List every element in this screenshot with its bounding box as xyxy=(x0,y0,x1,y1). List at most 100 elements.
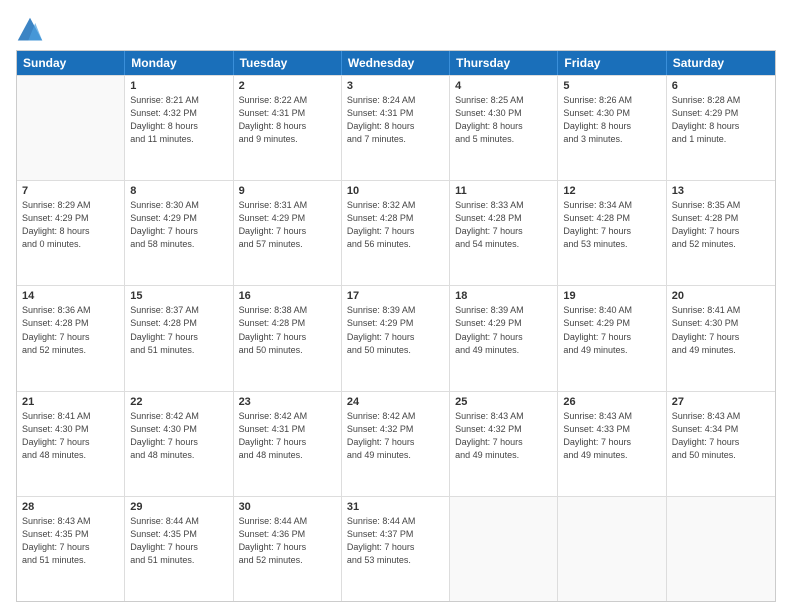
day-content: Sunrise: 8:44 AM Sunset: 4:35 PM Dayligh… xyxy=(130,515,227,567)
header-day-thursday: Thursday xyxy=(450,51,558,75)
day-number: 21 xyxy=(22,396,119,408)
day-content: Sunrise: 8:32 AM Sunset: 4:28 PM Dayligh… xyxy=(347,199,444,251)
day-number: 4 xyxy=(455,80,552,92)
day-number: 28 xyxy=(22,501,119,513)
day-content: Sunrise: 8:37 AM Sunset: 4:28 PM Dayligh… xyxy=(130,304,227,356)
calendar-cell: 3 Sunrise: 8:24 AM Sunset: 4:31 PM Daylig… xyxy=(342,76,450,180)
calendar-week-1: 1 Sunrise: 8:21 AM Sunset: 4:32 PM Daylig… xyxy=(17,75,775,180)
day-content: Sunrise: 8:26 AM Sunset: 4:30 PM Dayligh… xyxy=(563,94,660,146)
day-number: 7 xyxy=(22,185,119,197)
day-number: 29 xyxy=(130,501,227,513)
day-content: Sunrise: 8:42 AM Sunset: 4:30 PM Dayligh… xyxy=(130,410,227,462)
calendar-week-4: 21 Sunrise: 8:41 AM Sunset: 4:30 PM Dayli… xyxy=(17,391,775,496)
page-container: SundayMondayTuesdayWednesdayThursdayFrid… xyxy=(0,0,792,612)
calendar-cell: 15 Sunrise: 8:37 AM Sunset: 4:28 PM Dayli… xyxy=(125,286,233,390)
calendar-cell: 9Sunrise: 8:31 AM Sunset: 4:29 PM Daylig… xyxy=(234,181,342,285)
calendar-cell: 7 Sunrise: 8:29 AM Sunset: 4:29 PM Daylig… xyxy=(17,181,125,285)
day-content: Sunrise: 8:24 AM Sunset: 4:31 PM Dayligh… xyxy=(347,94,444,146)
calendar-cell: 16Sunrise: 8:38 AM Sunset: 4:28 PM Dayli… xyxy=(234,286,342,390)
calendar-cell: 2 Sunrise: 8:22 AM Sunset: 4:31 PM Daylig… xyxy=(234,76,342,180)
day-content: Sunrise: 8:43 AM Sunset: 4:34 PM Dayligh… xyxy=(672,410,770,462)
day-number: 24 xyxy=(347,396,444,408)
calendar-cell: 10 Sunrise: 8:32 AM Sunset: 4:28 PM Dayli… xyxy=(342,181,450,285)
day-content: Sunrise: 8:30 AM Sunset: 4:29 PM Dayligh… xyxy=(130,199,227,251)
calendar-cell: 23Sunrise: 8:42 AM Sunset: 4:31 PM Dayli… xyxy=(234,392,342,496)
day-content: Sunrise: 8:38 AM Sunset: 4:28 PM Dayligh… xyxy=(239,304,336,356)
day-number: 1 xyxy=(130,80,227,92)
header-day-saturday: Saturday xyxy=(667,51,775,75)
day-content: Sunrise: 8:44 AM Sunset: 4:36 PM Dayligh… xyxy=(239,515,336,567)
header-day-wednesday: Wednesday xyxy=(342,51,450,75)
day-number: 25 xyxy=(455,396,552,408)
calendar-cell: 17Sunrise: 8:39 AM Sunset: 4:29 PM Dayli… xyxy=(342,286,450,390)
calendar-cell: 30 Sunrise: 8:44 AM Sunset: 4:36 PM Dayli… xyxy=(234,497,342,601)
day-number: 18 xyxy=(455,290,552,302)
day-content: Sunrise: 8:36 AM Sunset: 4:28 PM Dayligh… xyxy=(22,304,119,356)
calendar-cell: 1 Sunrise: 8:21 AM Sunset: 4:32 PM Daylig… xyxy=(125,76,233,180)
day-number: 14 xyxy=(22,290,119,302)
day-content: Sunrise: 8:29 AM Sunset: 4:29 PM Dayligh… xyxy=(22,199,119,251)
day-content: Sunrise: 8:44 AM Sunset: 4:37 PM Dayligh… xyxy=(347,515,444,567)
calendar-week-2: 7 Sunrise: 8:29 AM Sunset: 4:29 PM Daylig… xyxy=(17,180,775,285)
day-content: Sunrise: 8:43 AM Sunset: 4:35 PM Dayligh… xyxy=(22,515,119,567)
day-number: 26 xyxy=(563,396,660,408)
day-number: 12 xyxy=(563,185,660,197)
day-content: Sunrise: 8:40 AM Sunset: 4:29 PM Dayligh… xyxy=(563,304,660,356)
logo xyxy=(16,16,48,44)
calendar-cell: 14 Sunrise: 8:36 AM Sunset: 4:28 PM Dayli… xyxy=(17,286,125,390)
day-content: Sunrise: 8:21 AM Sunset: 4:32 PM Dayligh… xyxy=(130,94,227,146)
calendar-cell: 8 Sunrise: 8:30 AM Sunset: 4:29 PM Daylig… xyxy=(125,181,233,285)
day-content: Sunrise: 8:34 AM Sunset: 4:28 PM Dayligh… xyxy=(563,199,660,251)
calendar-cell: 12 Sunrise: 8:34 AM Sunset: 4:28 PM Dayli… xyxy=(558,181,666,285)
day-content: Sunrise: 8:33 AM Sunset: 4:28 PM Dayligh… xyxy=(455,199,552,251)
day-content: Sunrise: 8:22 AM Sunset: 4:31 PM Dayligh… xyxy=(239,94,336,146)
day-content: Sunrise: 8:35 AM Sunset: 4:28 PM Dayligh… xyxy=(672,199,770,251)
day-number: 20 xyxy=(672,290,770,302)
day-number: 15 xyxy=(130,290,227,302)
day-number: 22 xyxy=(130,396,227,408)
day-number: 10 xyxy=(347,185,444,197)
calendar-cell xyxy=(17,76,125,180)
calendar-cell: 20Sunrise: 8:41 AM Sunset: 4:30 PM Dayli… xyxy=(667,286,775,390)
calendar-cell: 21 Sunrise: 8:41 AM Sunset: 4:30 PM Dayli… xyxy=(17,392,125,496)
day-content: Sunrise: 8:41 AM Sunset: 4:30 PM Dayligh… xyxy=(22,410,119,462)
day-number: 11 xyxy=(455,185,552,197)
calendar-week-3: 14 Sunrise: 8:36 AM Sunset: 4:28 PM Dayli… xyxy=(17,285,775,390)
calendar: SundayMondayTuesdayWednesdayThursdayFrid… xyxy=(16,50,776,602)
day-number: 6 xyxy=(672,80,770,92)
day-content: Sunrise: 8:42 AM Sunset: 4:31 PM Dayligh… xyxy=(239,410,336,462)
header-day-tuesday: Tuesday xyxy=(234,51,342,75)
calendar-header: SundayMondayTuesdayWednesdayThursdayFrid… xyxy=(17,51,775,75)
header xyxy=(16,12,776,44)
day-number: 8 xyxy=(130,185,227,197)
day-content: Sunrise: 8:42 AM Sunset: 4:32 PM Dayligh… xyxy=(347,410,444,462)
day-number: 31 xyxy=(347,501,444,513)
calendar-cell xyxy=(667,497,775,601)
calendar-cell xyxy=(558,497,666,601)
day-content: Sunrise: 8:28 AM Sunset: 4:29 PM Dayligh… xyxy=(672,94,770,146)
calendar-cell: 19 Sunrise: 8:40 AM Sunset: 4:29 PM Dayli… xyxy=(558,286,666,390)
calendar-cell: 27 Sunrise: 8:43 AM Sunset: 4:34 PM Dayli… xyxy=(667,392,775,496)
day-content: Sunrise: 8:43 AM Sunset: 4:32 PM Dayligh… xyxy=(455,410,552,462)
calendar-cell xyxy=(450,497,558,601)
calendar-body: 1 Sunrise: 8:21 AM Sunset: 4:32 PM Daylig… xyxy=(17,75,775,601)
calendar-cell: 5 Sunrise: 8:26 AM Sunset: 4:30 PM Daylig… xyxy=(558,76,666,180)
day-number: 19 xyxy=(563,290,660,302)
day-number: 30 xyxy=(239,501,336,513)
day-number: 3 xyxy=(347,80,444,92)
day-number: 17 xyxy=(347,290,444,302)
calendar-cell: 25 Sunrise: 8:43 AM Sunset: 4:32 PM Dayli… xyxy=(450,392,558,496)
day-number: 13 xyxy=(672,185,770,197)
day-number: 5 xyxy=(563,80,660,92)
calendar-cell: 24 Sunrise: 8:42 AM Sunset: 4:32 PM Dayli… xyxy=(342,392,450,496)
day-content: Sunrise: 8:25 AM Sunset: 4:30 PM Dayligh… xyxy=(455,94,552,146)
day-content: Sunrise: 8:43 AM Sunset: 4:33 PM Dayligh… xyxy=(563,410,660,462)
calendar-cell: 13 Sunrise: 8:35 AM Sunset: 4:28 PM Dayli… xyxy=(667,181,775,285)
day-number: 2 xyxy=(239,80,336,92)
day-number: 27 xyxy=(672,396,770,408)
header-day-monday: Monday xyxy=(125,51,233,75)
calendar-cell: 22 Sunrise: 8:42 AM Sunset: 4:30 PM Dayli… xyxy=(125,392,233,496)
calendar-cell: 28 Sunrise: 8:43 AM Sunset: 4:35 PM Dayli… xyxy=(17,497,125,601)
calendar-cell: 6 Sunrise: 8:28 AM Sunset: 4:29 PM Daylig… xyxy=(667,76,775,180)
header-day-sunday: Sunday xyxy=(17,51,125,75)
